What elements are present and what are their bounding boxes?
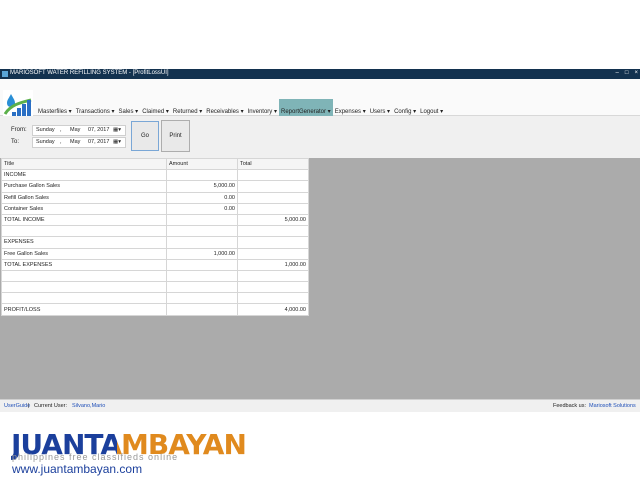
title-bar: MARIOSOFT WATER REFILLING SYSTEM - [Prof… <box>0 69 640 79</box>
cell-title: TOTAL INCOME <box>1 213 167 227</box>
from-month: May <box>70 127 81 133</box>
column-header-amount[interactable]: Amount <box>166 157 238 171</box>
calendar-icon[interactable]: ▦▾ <box>113 138 121 147</box>
table-row[interactable]: Free Gallon Sales 1,000.00 <box>1 247 309 260</box>
cell-title: Refill Gallon Sales <box>1 191 167 204</box>
watermark-url[interactable]: www.juantambayan.com <box>12 462 142 476</box>
table-row[interactable]: Container Sales 0.00 <box>1 202 309 215</box>
calendar-icon[interactable]: ▦▾ <box>113 126 121 135</box>
table-row[interactable] <box>1 281 309 294</box>
profit-loss-table: Title Amount Total INCOME Purchase Gallo… <box>1 157 309 316</box>
cell-total <box>237 225 309 238</box>
cell-title: Container Sales <box>1 202 167 215</box>
table-row[interactable]: Purchase Gallon Sales 5,000.00 <box>1 180 309 193</box>
window-title: MARIOSOFT WATER REFILLING SYSTEM - [Prof… <box>10 70 169 76</box>
feedback-label: Feedback us: <box>553 403 587 409</box>
filter-panel: From: Sunday , May 07, 2017 ▦▾ To: Sunda… <box>0 116 640 158</box>
cell-amount: 0.00 <box>166 191 238 204</box>
menu-bar: Masterfiles ▾ Transactions ▾ Sales ▾ Cla… <box>0 79 640 125</box>
cell-total: 1,000.00 <box>237 258 309 271</box>
app-icon <box>2 71 8 77</box>
company-link[interactable]: Mariosoft Solutions <box>589 403 636 409</box>
current-user-label: Current User: <box>34 403 68 409</box>
cell-total <box>237 191 309 204</box>
from-date: 07, 2017 <box>88 127 110 133</box>
user-guide-link[interactable]: UserGuide <box>4 403 30 409</box>
current-user-name: Silvano,Mario <box>72 403 106 409</box>
cell-amount <box>166 213 238 227</box>
from-label: From: <box>11 127 27 133</box>
cell-amount <box>166 258 238 271</box>
cell-title: EXPENSES <box>1 236 167 249</box>
watermark-tagline: philippines free classifieds online <box>12 452 179 462</box>
status-divider: | <box>28 403 30 409</box>
table-row[interactable]: Refill Gallon Sales 0.00 <box>1 191 309 204</box>
cell-total: 4,000.00 <box>237 303 309 316</box>
cell-title: INCOME <box>1 169 167 182</box>
to-label: To: <box>11 139 20 145</box>
cell-title: PROFIT/LOSS <box>1 303 167 316</box>
close-button[interactable]: × <box>634 70 638 76</box>
from-sep: , <box>60 127 62 133</box>
cell-amount: 1,000.00 <box>166 247 238 260</box>
status-bar: UserGuide | Current User: Silvano,Mario … <box>0 399 640 412</box>
cell-total <box>237 281 309 294</box>
cell-amount: 0.00 <box>166 202 238 215</box>
cell-title: Purchase Gallon Sales <box>1 180 167 193</box>
cell-title <box>1 292 167 305</box>
cell-total <box>237 202 309 215</box>
cell-title <box>1 281 167 294</box>
minimize-button[interactable]: – <box>616 70 619 76</box>
from-day: Sunday <box>36 127 55 133</box>
app-window: MARIOSOFT WATER REFILLING SYSTEM - [Prof… <box>0 69 640 412</box>
cell-amount <box>166 292 238 305</box>
cell-title <box>1 225 167 238</box>
cell-title: Free Gallon Sales <box>1 247 167 260</box>
go-button[interactable]: Go <box>131 121 159 151</box>
cell-total <box>237 269 309 283</box>
column-header-title[interactable]: Title <box>1 157 167 171</box>
cell-amount <box>166 281 238 294</box>
to-date: 07, 2017 <box>88 139 110 145</box>
report-grid-area: Title Amount Total INCOME Purchase Gallo… <box>0 157 640 399</box>
table-row[interactable]: INCOME <box>1 169 309 182</box>
cell-total <box>237 180 309 193</box>
cell-amount <box>166 269 238 283</box>
cell-total <box>237 292 309 305</box>
table-row[interactable]: EXPENSES <box>1 236 309 249</box>
cell-amount: 5,000.00 <box>166 180 238 193</box>
table-row[interactable] <box>1 225 309 238</box>
table-row[interactable]: PROFIT/LOSS 4,000.00 <box>1 303 309 316</box>
cell-title: TOTAL EXPENSES <box>1 258 167 271</box>
maximize-button[interactable]: □ <box>625 70 629 76</box>
column-header-total[interactable]: Total <box>237 157 309 171</box>
to-month: May <box>70 139 81 145</box>
table-header-row: Title Amount Total <box>1 157 309 171</box>
cell-total <box>237 247 309 260</box>
print-button[interactable]: Print <box>161 120 190 152</box>
cell-amount <box>166 236 238 249</box>
cell-total <box>237 169 309 182</box>
table-row[interactable] <box>1 292 309 305</box>
cell-total <box>237 236 309 249</box>
cell-amount <box>166 169 238 182</box>
cell-title <box>1 269 167 283</box>
cell-total: 5,000.00 <box>237 213 309 227</box>
table-row[interactable] <box>1 269 309 283</box>
cell-amount <box>166 225 238 238</box>
to-day: Sunday <box>36 139 55 145</box>
to-date-picker[interactable]: Sunday , May 07, 2017 ▦▾ <box>32 137 126 148</box>
to-sep: , <box>60 139 62 145</box>
cell-amount <box>166 303 238 316</box>
from-date-picker[interactable]: Sunday , May 07, 2017 ▦▾ <box>32 125 126 136</box>
table-row[interactable]: TOTAL EXPENSES 1,000.00 <box>1 258 309 271</box>
table-row[interactable]: TOTAL INCOME 5,000.00 <box>1 213 309 227</box>
